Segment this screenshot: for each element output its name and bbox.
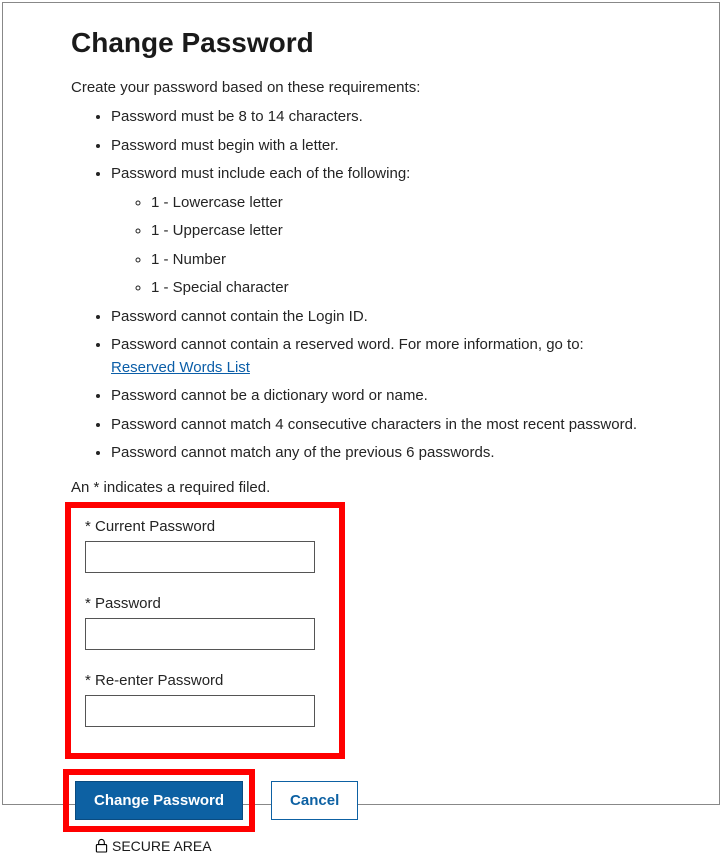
reserved-words-link[interactable]: Reserved Words List [111, 359, 250, 376]
password-input[interactable] [85, 618, 315, 650]
req-item: Password cannot contain a reserved word.… [111, 334, 651, 379]
required-note: An * indicates a required filed. [71, 479, 651, 496]
page-title: Change Password [71, 27, 651, 59]
req-item: Password must be 8 to 14 characters. [111, 106, 651, 129]
req-item-text: Password must include each of the follow… [111, 165, 410, 182]
sub-req-item: 1 - Special character [151, 277, 651, 300]
button-row: Change Password Cancel [63, 769, 651, 832]
req-item-text: Password cannot contain a reserved word.… [111, 336, 584, 353]
sub-requirements-list: 1 - Lowercase letter 1 - Uppercase lette… [111, 192, 651, 300]
current-password-group: * Current Password [85, 518, 325, 573]
reenter-password-input[interactable] [85, 695, 315, 727]
intro-text: Create your password based on these requ… [71, 79, 651, 96]
req-item: Password cannot match 4 consecutive char… [111, 414, 651, 437]
current-password-label: * Current Password [85, 518, 325, 535]
current-password-input[interactable] [85, 541, 315, 573]
secure-area-row: SECURE AREA [95, 838, 651, 854]
requirements-list: Password must be 8 to 14 characters. Pas… [71, 106, 651, 465]
sub-req-item: 1 - Number [151, 249, 651, 272]
secure-area-label: SECURE AREA [112, 838, 212, 854]
reenter-password-group: * Re-enter Password [85, 672, 325, 727]
password-fields-highlight: * Current Password * Password * Re-enter… [65, 502, 345, 759]
req-item: Password must begin with a letter. [111, 135, 651, 158]
sub-req-item: 1 - Uppercase letter [151, 220, 651, 243]
sub-req-item: 1 - Lowercase letter [151, 192, 651, 215]
req-item: Password must include each of the follow… [111, 163, 651, 300]
req-item: Password cannot contain the Login ID. [111, 306, 651, 329]
reenter-password-label: * Re-enter Password [85, 672, 325, 689]
password-label: * Password [85, 595, 325, 612]
change-password-highlight: Change Password [63, 769, 255, 832]
req-item: Password cannot be a dictionary word or … [111, 385, 651, 408]
password-group: * Password [85, 595, 325, 650]
change-password-panel: Change Password Create your password bas… [2, 2, 720, 805]
change-password-button[interactable]: Change Password [75, 781, 243, 820]
req-item: Password cannot match any of the previou… [111, 442, 651, 465]
lock-icon [95, 838, 108, 853]
cancel-button[interactable]: Cancel [271, 781, 358, 820]
